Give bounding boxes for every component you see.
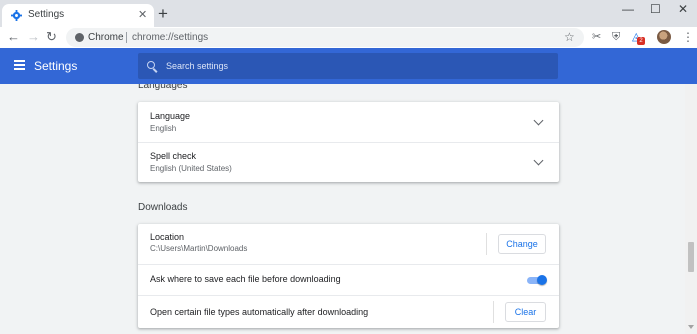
window-close-button[interactable]: ✕: [678, 2, 688, 16]
minimize-button[interactable]: —: [622, 2, 634, 16]
search-input[interactable]: [166, 57, 546, 75]
scrollbar-thumb[interactable]: [688, 242, 694, 272]
page-title: Settings: [34, 59, 78, 73]
chevron-down-icon[interactable]: [533, 115, 544, 126]
gear-icon: [11, 10, 22, 21]
location-value: C:\Users\Martin\Downloads: [150, 244, 248, 253]
tab-settings[interactable]: Settings ✕: [2, 4, 154, 27]
reload-button[interactable]: ↻: [46, 28, 57, 46]
downloads-section-title: Downloads: [138, 202, 188, 213]
more-menu-icon[interactable]: ⋮: [682, 30, 694, 44]
toggle-knob[interactable]: [537, 275, 547, 285]
search-box[interactable]: [138, 53, 558, 79]
languages-card: Language English Spell check English (Un…: [138, 102, 559, 182]
shield-extension-icon[interactable]: ⛨: [612, 30, 620, 44]
language-value: English: [150, 124, 177, 133]
scroll-down-arrow-icon[interactable]: [688, 325, 694, 329]
address-divider: [126, 32, 127, 43]
bookmark-star-icon[interactable]: ☆: [564, 30, 575, 44]
spell-check-value: English (United States): [150, 164, 232, 173]
spell-check-label: Spell check: [150, 151, 197, 161]
language-label: Language: [150, 111, 191, 121]
scissors-extension-icon[interactable]: ✂: [592, 30, 601, 44]
clear-auto-open-button[interactable]: Clear: [505, 302, 546, 322]
vertical-divider: [493, 301, 494, 323]
ask-where-row[interactable]: Ask where to save each file before downl…: [138, 265, 559, 295]
auto-open-label: Open certain file types automatically af…: [150, 307, 369, 317]
location-row: Location C:\Users\Martin\Downloads Chang…: [138, 224, 559, 264]
chrome-icon: [75, 33, 84, 42]
site-chip: Chrome: [88, 32, 124, 43]
maximize-button[interactable]: ☐: [650, 2, 661, 16]
spell-check-row[interactable]: Spell check English (United States): [138, 143, 559, 182]
change-location-button[interactable]: Change: [498, 234, 546, 254]
ask-where-label: Ask where to save each file before downl…: [150, 274, 341, 284]
browser-toolbar: ← → ↻ Chrome chrome://settings ☆ ✂ ⛨ ◬ 2…: [0, 27, 697, 48]
tab-strip: Settings ✕ + — ☐ ✕: [0, 0, 697, 27]
language-row[interactable]: Language English: [138, 102, 559, 142]
languages-section-title: Languages: [138, 84, 188, 91]
downloads-card: Location C:\Users\Martin\Downloads Chang…: [138, 224, 559, 328]
back-button[interactable]: ←: [7, 28, 20, 46]
scrollbar[interactable]: [685, 84, 697, 334]
auto-open-row: Open certain file types automatically af…: [138, 296, 559, 328]
settings-content: Languages Language English Spell check E…: [0, 84, 685, 334]
tab-close-icon[interactable]: ✕: [138, 8, 147, 22]
avatar[interactable]: [657, 30, 671, 44]
location-label: Location: [150, 232, 185, 242]
hamburger-menu-icon[interactable]: [14, 60, 25, 70]
forward-button[interactable]: →: [27, 28, 40, 46]
search-icon: [147, 61, 155, 69]
extension-badge: 2: [637, 37, 645, 45]
new-tab-button[interactable]: +: [158, 5, 168, 22]
address-bar[interactable]: Chrome chrome://settings ☆: [66, 28, 584, 47]
url-text[interactable]: chrome://settings: [132, 31, 208, 44]
settings-header: Settings: [0, 48, 697, 84]
vertical-divider: [486, 233, 487, 255]
chevron-down-icon[interactable]: [533, 155, 544, 166]
tab-title: Settings: [28, 9, 65, 20]
